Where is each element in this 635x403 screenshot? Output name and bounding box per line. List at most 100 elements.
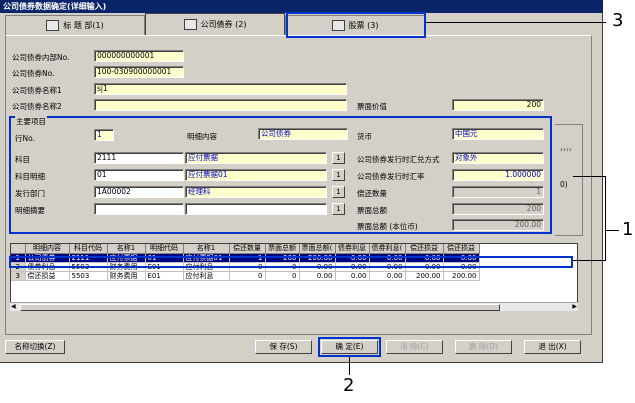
callout-label-1: 1 bbox=[622, 219, 634, 240]
grid-column-header[interactable]: 票面总额( bbox=[299, 244, 336, 254]
repay-qty-label: 偿还数量 bbox=[357, 189, 387, 198]
internal-no-field[interactable]: 000000000001 bbox=[94, 50, 184, 62]
row-number: 3 bbox=[11, 271, 26, 281]
rate-method-field[interactable]: 对象外 bbox=[452, 152, 544, 164]
grid-column-header[interactable]: 偿还损益 bbox=[443, 244, 480, 254]
summary-lookup-button[interactable]: 1 bbox=[332, 203, 345, 215]
bond-data-window: 公司债券数据确定(详细输入) 标 题 部(1) 公司债券 (2) 股票 (3) … bbox=[0, 0, 603, 363]
grid-horizontal-scrollbar[interactable]: ◀ ▶ bbox=[10, 302, 578, 311]
callout-line-3 bbox=[426, 22, 606, 23]
table-cell[interactable]: 财务费用 bbox=[107, 271, 146, 281]
callout-label-3: 3 bbox=[612, 10, 624, 31]
scroll-left-icon[interactable]: ◀ bbox=[11, 303, 16, 310]
book-icon bbox=[46, 20, 60, 31]
main-items-title: 主要项目 bbox=[15, 116, 47, 127]
tab-bond-label: 公司债券 (2) bbox=[200, 20, 247, 29]
callout-line-2 bbox=[349, 357, 350, 375]
table-cell[interactable]: 200.00 bbox=[405, 271, 444, 281]
callout-label-2: 2 bbox=[343, 375, 355, 396]
face-value-field[interactable]: 200 bbox=[452, 99, 544, 111]
table-cell[interactable]: 偿还损益 bbox=[25, 271, 70, 281]
side-text: 0) bbox=[560, 180, 568, 189]
exit-button[interactable]: 退 出(X) bbox=[524, 340, 581, 354]
bond-no-label: 公司债券No. bbox=[12, 69, 55, 78]
rate-field[interactable]: 1.000000 bbox=[452, 169, 544, 181]
grid-column-header[interactable]: 明细代码 bbox=[145, 244, 184, 254]
account-label: 科目 bbox=[15, 155, 30, 164]
detail-content-label: 明细内容 bbox=[187, 132, 217, 141]
account-lookup-button[interactable]: 1 bbox=[332, 152, 345, 164]
tab-bond[interactable]: 公司债券 (2) bbox=[145, 13, 285, 35]
collapse-arrow-icon[interactable]: ›››› bbox=[560, 145, 572, 154]
dept-code-field[interactable]: 1A00002 bbox=[94, 186, 184, 198]
clear-button[interactable]: 清 除(C) bbox=[386, 340, 443, 354]
detail-content-field[interactable]: 公司债券 bbox=[258, 128, 348, 140]
name1-label: 公司债券名称1 bbox=[12, 86, 62, 95]
callout-line-1a bbox=[573, 176, 606, 177]
grid-header-row: 明细内容 科目代码 名称1 明细代码 名称1 偿还数量 票面总额 票面总额(债券利息 债券利息(… bbox=[11, 244, 480, 254]
table-cell[interactable]: 0.00 bbox=[369, 271, 406, 281]
row-no-label: 行No. bbox=[15, 134, 35, 143]
name-switch-button[interactable]: 名称切换(Z) bbox=[5, 340, 65, 354]
table-cell[interactable]: 应付利息 bbox=[183, 271, 230, 281]
account-detail-label: 科目明细 bbox=[15, 172, 45, 181]
summary-field-2[interactable] bbox=[185, 203, 327, 215]
dept-label: 发行部门 bbox=[15, 189, 45, 198]
callout-line-1c bbox=[605, 176, 606, 261]
callout-box-3 bbox=[286, 12, 426, 38]
tab-title-section[interactable]: 标 题 部(1) bbox=[5, 15, 145, 35]
callout-box-1-row bbox=[9, 256, 573, 268]
scroll-thumb[interactable] bbox=[20, 304, 500, 311]
document-icon bbox=[183, 19, 197, 30]
detail-grid[interactable]: 明细内容 科目代码 名称1 明细代码 名称1 偿还数量 票面总额 票面总额(债券利息 债券利息(… bbox=[10, 243, 578, 311]
table-cell[interactable]: 0.00 bbox=[335, 271, 370, 281]
currency-label: 货币 bbox=[357, 132, 372, 141]
scroll-right-icon[interactable]: ▶ bbox=[572, 303, 577, 310]
table-cell[interactable]: 0 bbox=[229, 271, 266, 281]
save-button[interactable]: 保 存(S) bbox=[255, 340, 312, 354]
grid-column-header[interactable]: 名称1 bbox=[107, 244, 146, 254]
face-total-label: 票面总额 bbox=[357, 206, 387, 215]
account-detail-name-field: 应付票据01 bbox=[185, 169, 327, 181]
callout-box-2 bbox=[318, 337, 381, 357]
face-total-local-label: 票面总额 (本位币) bbox=[357, 222, 418, 231]
internal-no-label: 公司债券内部No. bbox=[12, 53, 70, 62]
table-cell[interactable]: 0.00 bbox=[299, 271, 336, 281]
callout-line-1d bbox=[605, 230, 619, 231]
tab-title-label: 标 题 部(1) bbox=[63, 21, 104, 30]
dept-name-field: 经理科 bbox=[185, 186, 327, 198]
bond-no-field[interactable]: 100-030900000001 bbox=[94, 66, 184, 78]
name1-field[interactable]: sj1 bbox=[94, 83, 347, 95]
rate-method-label: 公司债券发行时汇兑方式 bbox=[357, 155, 440, 164]
table-cell[interactable]: 0 bbox=[265, 271, 300, 281]
account-code-field[interactable]: 2111 bbox=[94, 152, 184, 164]
delete-button[interactable]: 删 除(D) bbox=[455, 340, 512, 354]
account-detail-code-field[interactable]: 01 bbox=[94, 169, 184, 181]
table-cell[interactable]: 200.00 bbox=[443, 271, 480, 281]
grid-column-header[interactable]: 名称1 bbox=[183, 244, 230, 254]
grid-column-header[interactable]: 明细内容 bbox=[25, 244, 70, 254]
summary-label: 明细摘要 bbox=[15, 206, 45, 215]
grid-column-header[interactable]: 偿还数量 bbox=[229, 244, 266, 254]
repay-qty-field: 1 bbox=[452, 186, 544, 198]
grid-column-header[interactable]: 科目代码 bbox=[69, 244, 108, 254]
grid-column-header[interactable]: 债券利息( bbox=[369, 244, 406, 254]
table-cell[interactable]: 5503 bbox=[69, 271, 108, 281]
grid-column-header[interactable]: 票面总额 bbox=[265, 244, 300, 254]
grid-column-header[interactable]: 债券利息 bbox=[335, 244, 370, 254]
account-name-field: 应付票据 bbox=[185, 152, 327, 164]
row-no-field[interactable]: 1 bbox=[94, 129, 114, 141]
account-detail-lookup-button[interactable]: 1 bbox=[332, 169, 345, 181]
grid-column-header[interactable]: 偿还损益 bbox=[405, 244, 444, 254]
summary-field[interactable] bbox=[94, 203, 184, 215]
table-cell[interactable]: E01 bbox=[145, 271, 184, 281]
name2-field[interactable] bbox=[94, 99, 347, 111]
face-value-label: 票面价值 bbox=[357, 102, 387, 111]
name2-label: 公司债券名称2 bbox=[12, 102, 62, 111]
dept-lookup-button[interactable]: 1 bbox=[332, 186, 345, 198]
table-row[interactable]: 3 偿还损益 5503 财务费用 E01 应付利息 0 0 0.00 0.00 0.00 200.00… bbox=[11, 271, 480, 281]
grid-corner bbox=[11, 244, 26, 254]
currency-field[interactable]: 中国元 bbox=[452, 128, 544, 140]
face-total-field: 200 bbox=[452, 203, 544, 215]
rate-label: 公司债券发行时汇率 bbox=[357, 172, 425, 181]
